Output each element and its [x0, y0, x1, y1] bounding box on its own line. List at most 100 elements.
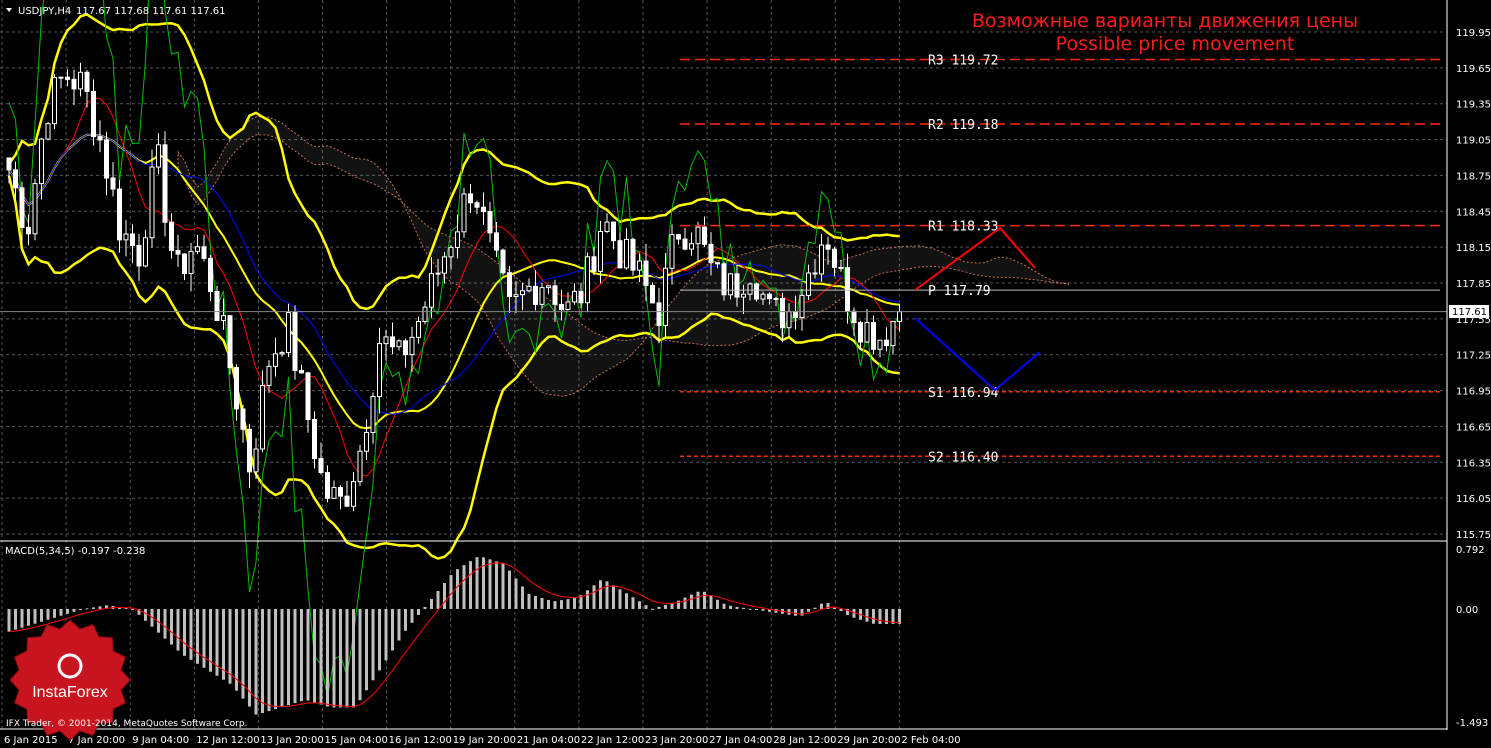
candle: [208, 254, 213, 301]
price-tick-label: 119.65: [1456, 64, 1491, 75]
candle: [58, 76, 64, 89]
candle: [377, 327, 382, 414]
time-tick-label: 9 Jan 04:00: [132, 735, 189, 746]
candle: [318, 442, 324, 475]
candle: [299, 364, 304, 374]
time-tick-label: 13 Jan 20:00: [260, 735, 323, 746]
candle: [474, 200, 480, 215]
candle: [32, 178, 38, 241]
time-tick-label: 19 Jan 20:00: [453, 735, 516, 746]
indicator-lines: [7, 0, 900, 697]
time-tick-label: 29 Jan 20:00: [837, 735, 900, 746]
macd-panel: [7, 557, 901, 715]
candle: [188, 242, 194, 292]
candle: [71, 69, 77, 106]
candle: [799, 288, 805, 331]
price-tick-label: 117.25: [1456, 351, 1491, 362]
price-tick-label: 115.75: [1456, 530, 1491, 541]
time-tick-label: 23 Jan 20:00: [645, 735, 708, 746]
macd-bar: [722, 603, 726, 609]
macd-bar: [72, 608, 76, 612]
macd-bar: [365, 608, 368, 691]
macd-bar: [605, 581, 609, 609]
macd-bar: [644, 605, 648, 609]
candle: [884, 327, 889, 352]
candle: [201, 234, 207, 262]
candle: [650, 282, 655, 304]
candle: [117, 180, 122, 253]
macd-bar: [300, 608, 303, 702]
macd-bar: [98, 606, 102, 609]
time-axis: 6 Jan 2015 7 Jan 20:00 9 Jan 04:00 12 Jan 1…: [4, 735, 961, 746]
candle: [669, 224, 675, 285]
chart-canvas[interactable]: R3 119.72 R2 119.18 R1 118.33 P 117.79 S1 11…: [0, 0, 1491, 748]
candle: [104, 131, 109, 196]
candle: [331, 480, 337, 499]
candle: [136, 234, 142, 281]
candle: [526, 278, 532, 293]
price-tick-label: 116.65: [1456, 422, 1491, 433]
macd-bar: [566, 599, 570, 609]
candle: [390, 322, 395, 355]
time-tick-label: 21 Jan 04:00: [517, 735, 580, 746]
candle: [721, 261, 727, 301]
macd-bar: [202, 608, 206, 668]
macd-bar: [404, 608, 407, 631]
macd-bar: [488, 559, 492, 609]
macd-bar: [683, 597, 687, 609]
candle: [643, 243, 649, 302]
candle: [305, 371, 311, 433]
macd-bar: [599, 580, 602, 609]
macd-bar: [664, 604, 667, 609]
macd-bar: [794, 608, 797, 616]
candle: [52, 74, 57, 130]
macd-bar: [514, 578, 518, 609]
price-tick-label: 119.35: [1456, 100, 1491, 111]
candle: [357, 445, 363, 486]
time-tick-label: 27 Jan 04:00: [709, 735, 772, 746]
candle: [247, 423, 252, 489]
macd-bar: [33, 608, 37, 624]
macd-bar: [670, 602, 674, 609]
annotation-title-ru: Возможные варианты движения цены: [972, 10, 1358, 32]
candle: [403, 338, 408, 368]
macd-bar: [839, 608, 843, 612]
macd-bar: [748, 608, 752, 610]
price-tick-label: 119.05: [1456, 136, 1491, 147]
macd-bar: [865, 608, 869, 622]
macd-bar: [469, 561, 472, 609]
macd-bar: [228, 608, 232, 684]
candle: [344, 480, 350, 507]
macd-bar: [495, 561, 498, 609]
macd-bar: [287, 608, 290, 706]
macd-bar: [40, 608, 43, 622]
candle: [273, 337, 278, 377]
macd-bar: [352, 608, 355, 708]
dropdown-triangle-icon[interactable]: [6, 8, 12, 12]
candle: [617, 232, 623, 269]
candle: [676, 234, 681, 245]
macd-bar: [475, 557, 479, 609]
candle: [396, 339, 402, 351]
price-tick-label: 116.95: [1456, 387, 1491, 398]
macd-bar: [690, 594, 693, 609]
price-axis: 119.95 119.65 119.35 119.05 118.75 118.45 118.…: [1456, 28, 1491, 541]
candle: [279, 351, 285, 357]
annotation-title-en: Possible price movement: [1056, 33, 1295, 55]
macd-bar: [280, 608, 284, 708]
macd-bar: [332, 608, 336, 708]
candle: [175, 234, 181, 267]
candle: [604, 213, 610, 234]
macd-bar: [696, 591, 700, 609]
candle: [182, 253, 187, 281]
macd-bar: [534, 595, 537, 609]
price-tick-label: 119.95: [1456, 28, 1491, 39]
candle: [162, 131, 168, 237]
macd-bar: [384, 608, 388, 661]
price-tick-label: 118.75: [1456, 171, 1491, 182]
candle: [65, 69, 70, 87]
macd-bar: [319, 608, 323, 705]
candle: [130, 224, 135, 264]
macd-bar: [872, 608, 875, 624]
macd-bar: [813, 607, 817, 609]
